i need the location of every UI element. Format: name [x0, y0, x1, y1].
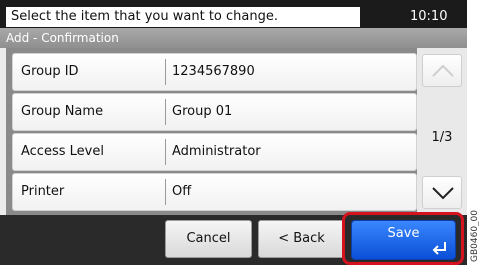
row-divider [165, 99, 166, 125]
row-label: Group Name [21, 104, 104, 119]
row-group-name[interactable]: Group Name Group 01 [12, 93, 417, 131]
row-label: Access Level [21, 144, 104, 159]
message-bar: Select the item that you want to change.… [0, 0, 467, 28]
row-group-id[interactable]: Group ID 1234567890 [12, 53, 417, 91]
panel-screen: Select the item that you want to change.… [0, 0, 467, 265]
clock-time: 10:10 [410, 9, 448, 24]
scroll-down-button[interactable] [422, 176, 462, 209]
figure-code: GB0460_00 [470, 209, 479, 262]
enter-icon [432, 242, 446, 255]
scroll-controls: 1/3 [417, 48, 467, 215]
back-button[interactable]: < Back [258, 220, 345, 258]
cancel-button[interactable]: Cancel [165, 220, 252, 258]
chevron-up-icon [432, 64, 454, 77]
row-value: Off [172, 184, 192, 199]
scroll-up-button[interactable] [422, 54, 462, 87]
save-button[interactable]: Save [351, 220, 456, 260]
chevron-down-icon [432, 187, 454, 200]
row-divider [165, 139, 166, 165]
row-value: Administrator [172, 144, 261, 159]
row-label: Printer [21, 184, 65, 199]
screen-title: Add - Confirmation [0, 28, 467, 48]
row-label: Group ID [21, 64, 79, 79]
instruction-message: Select the item that you want to change. [6, 7, 360, 27]
settings-list: Group ID 1234567890 Group Name Group 01 … [6, 48, 417, 215]
row-divider [165, 59, 166, 85]
save-label: Save [387, 226, 420, 241]
row-access-level[interactable]: Access Level Administrator [12, 133, 417, 171]
row-divider [165, 179, 166, 205]
row-value: 1234567890 [172, 64, 255, 79]
row-value: Group 01 [172, 104, 233, 119]
row-printer[interactable]: Printer Off [12, 173, 417, 211]
page-indicator: 1/3 [431, 130, 453, 145]
